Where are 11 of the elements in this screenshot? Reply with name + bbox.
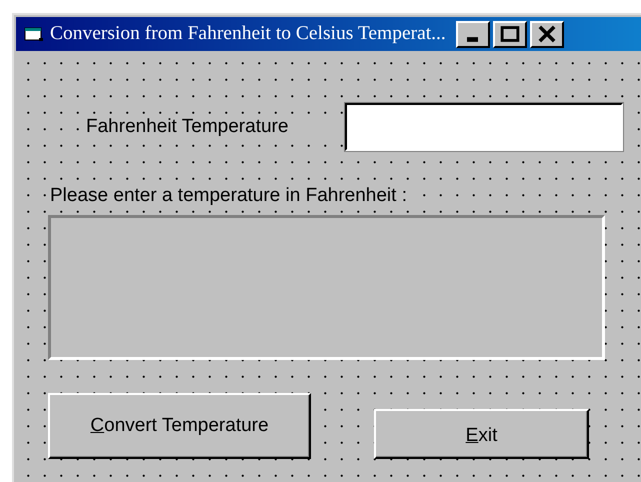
maximize-button[interactable] <box>492 20 527 48</box>
fahrenheit-input[interactable] <box>345 103 623 151</box>
minimize-button[interactable] <box>456 20 490 48</box>
minimize-icon <box>467 36 478 42</box>
convert-button[interactable]: Convert Temperature <box>48 393 311 459</box>
window-title: Conversion from Fahrenheit to Celsius Temperat... <box>50 23 446 45</box>
close-icon <box>536 25 557 43</box>
exit-button[interactable]: Exit <box>374 409 589 459</box>
form-icon <box>24 26 44 42</box>
maximize-icon <box>500 25 520 43</box>
close-button[interactable] <box>530 20 564 48</box>
